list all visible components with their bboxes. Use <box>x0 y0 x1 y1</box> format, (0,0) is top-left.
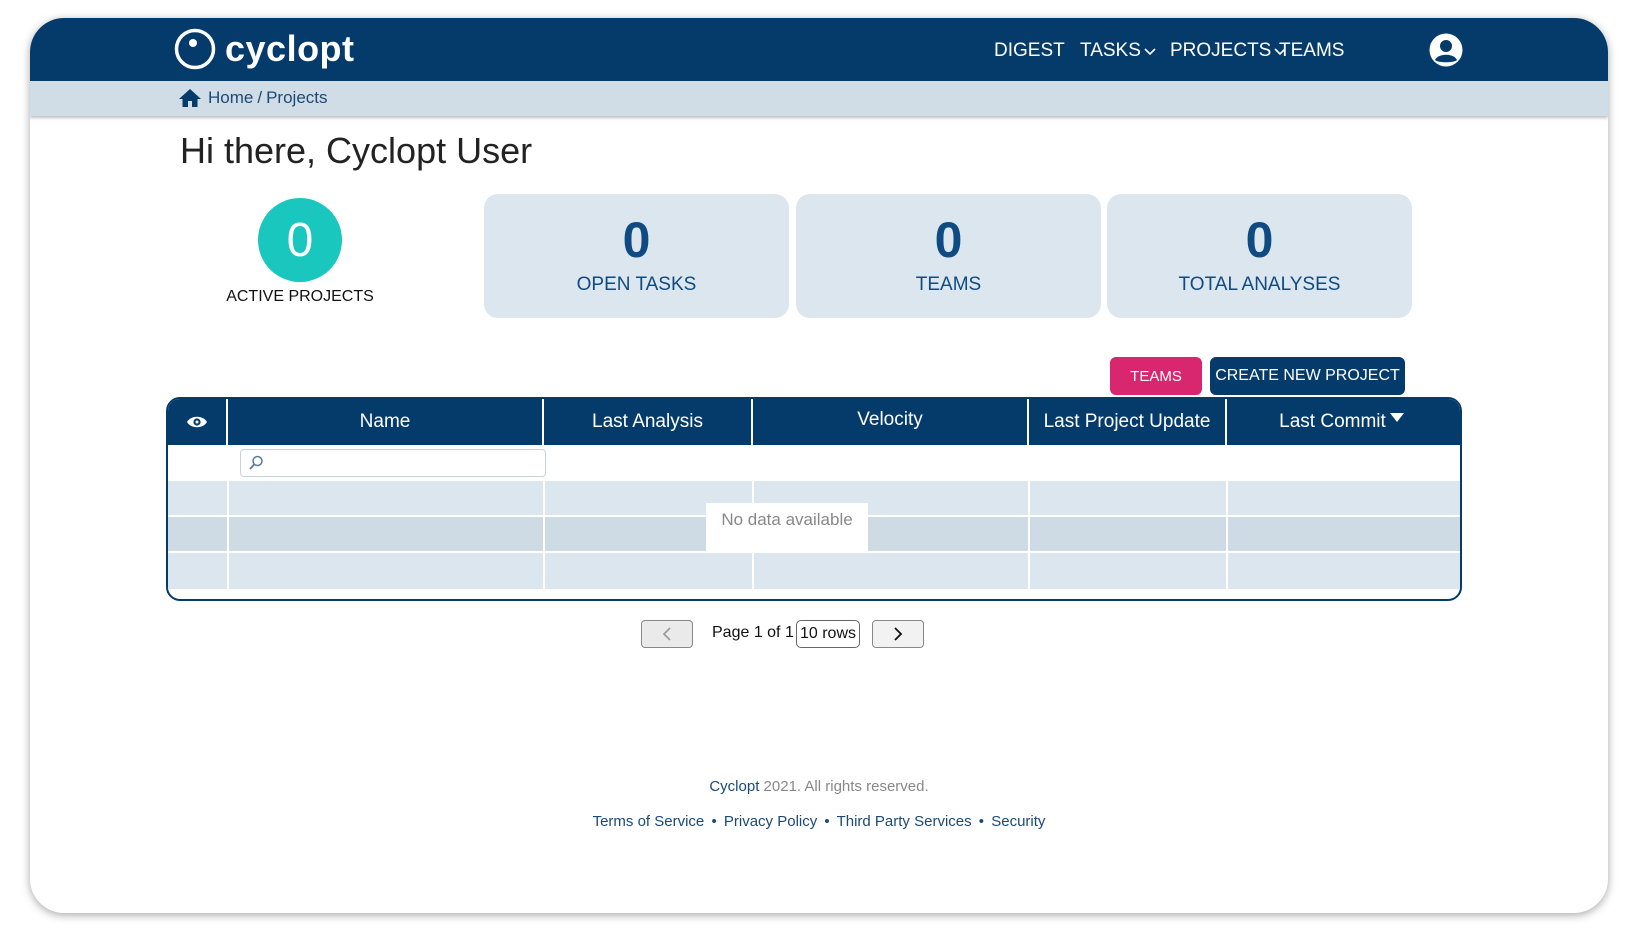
stat-card-total-analyses: 0 TOTAL ANALYSES <box>1107 194 1412 318</box>
breadcrumb-bar: Home / Projects <box>30 81 1608 116</box>
logo-text: cyclopt <box>225 28 355 69</box>
nav-tasks[interactable]: TASKS <box>1080 40 1156 62</box>
teams-button[interactable]: TEAMS <box>1110 357 1202 395</box>
stat-label: OPEN TASKS <box>576 274 697 295</box>
column-header-last-analysis[interactable]: Last Analysis <box>544 399 753 445</box>
footer-links: Terms of Service • Privacy Policy • Thir… <box>30 813 1608 830</box>
active-projects-widget: 0 ACTIVE PROJECTS <box>226 198 374 306</box>
nav-digest[interactable]: DIGEST <box>994 40 1065 62</box>
row-divider <box>168 551 1460 553</box>
terms-of-service-link[interactable]: Terms of Service <box>593 813 705 830</box>
table-header: Name Last Analysis Velocity Last Project… <box>168 399 1460 445</box>
breadcrumb: Home / Projects <box>178 87 328 109</box>
sort-desc-icon <box>1389 412 1404 422</box>
stat-value: 0 <box>1245 212 1274 268</box>
page-indicator: Page 1 of 1 <box>712 624 794 641</box>
column-divider <box>1226 481 1228 589</box>
previous-page-button[interactable] <box>641 620 693 648</box>
nav-tasks-label: TASKS <box>1080 40 1141 61</box>
home-icon[interactable] <box>178 87 202 109</box>
footer-separator: • <box>978 813 985 830</box>
footer-brand[interactable]: Cyclopt <box>709 778 759 795</box>
stat-label: TEAMS <box>915 274 982 295</box>
filter-row <box>168 445 1460 481</box>
table-row <box>168 553 1460 589</box>
third-party-services-link[interactable]: Third Party Services <box>837 813 972 830</box>
chevron-left-icon <box>662 627 671 641</box>
column-header-last-project-update[interactable]: Last Project Update <box>1029 399 1227 445</box>
breadcrumb-separator: / <box>257 88 263 107</box>
chevron-down-icon <box>1144 48 1156 56</box>
stat-card-open-tasks: 0 OPEN TASKS <box>484 194 789 318</box>
breadcrumb-home[interactable]: Home <box>208 88 253 108</box>
active-projects-count: 0 <box>258 198 342 282</box>
breadcrumb-current[interactable]: Projects <box>266 88 327 108</box>
column-header-velocity[interactable]: Velocity <box>753 399 1029 445</box>
logo[interactable]: cyclopt <box>173 27 355 71</box>
rows-per-page-select[interactable]: 10 rows <box>796 620 860 648</box>
column-visibility-header[interactable] <box>168 399 228 445</box>
stat-value: 0 <box>622 212 651 268</box>
security-link[interactable]: Security <box>991 813 1045 830</box>
user-account-icon[interactable] <box>1428 32 1464 68</box>
footer-separator: • <box>824 813 830 830</box>
stat-label: TOTAL ANALYSES <box>1178 274 1341 295</box>
nav-digest-label: DIGEST <box>994 40 1065 61</box>
nav-projects-label: PROJECTS <box>1170 40 1272 61</box>
page-title: Hi there, Cyclopt User <box>180 130 533 171</box>
create-new-project-button[interactable]: CREATE NEW PROJECT <box>1210 357 1405 395</box>
projects-table: Name Last Analysis Velocity Last Project… <box>166 397 1462 601</box>
nav-teams[interactable]: TEAMS <box>1279 40 1344 62</box>
column-header-last-commit[interactable]: Last Commit <box>1227 399 1456 445</box>
column-header-last-commit-label: Last Commit <box>1279 411 1386 432</box>
stat-value: 0 <box>934 212 963 268</box>
cyclopt-logo-icon <box>174 28 216 70</box>
column-divider <box>1028 481 1030 589</box>
column-header-name[interactable]: Name <box>228 399 544 445</box>
eye-icon <box>187 416 207 428</box>
privacy-policy-link[interactable]: Privacy Policy <box>724 813 817 830</box>
next-page-button[interactable] <box>872 620 924 648</box>
nav-teams-label: TEAMS <box>1279 40 1345 61</box>
copyright-text: 2021. All rights reserved. <box>759 778 929 795</box>
no-data-message: No data available <box>706 503 868 551</box>
column-divider <box>543 481 545 589</box>
footer-separator: • <box>711 813 717 830</box>
chevron-right-icon <box>894 627 903 641</box>
column-divider <box>227 481 229 589</box>
copyright: Cyclopt 2021. All rights reserved. <box>30 778 1608 795</box>
stat-card-teams: 0 TEAMS <box>796 194 1101 318</box>
nav-projects[interactable]: PROJECTS <box>1170 40 1286 62</box>
top-navbar: cyclopt DIGEST TASKS PROJECTS TEAMS <box>30 18 1608 81</box>
app-window: cyclopt DIGEST TASKS PROJECTS TEAMS Home… <box>30 18 1608 913</box>
name-search-input[interactable] <box>240 449 546 477</box>
active-projects-label: ACTIVE PROJECTS <box>226 288 374 305</box>
search-icon <box>249 455 263 470</box>
